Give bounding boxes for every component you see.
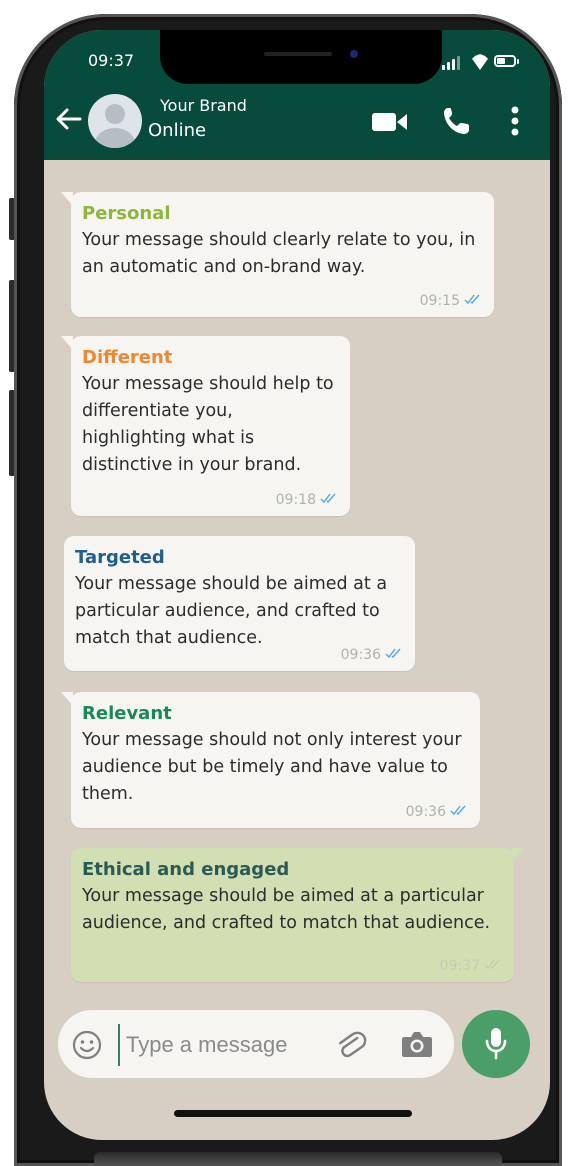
home-indicator[interactable]: [174, 1110, 412, 1117]
message-title: Different: [82, 347, 173, 368]
video-call-icon[interactable]: [372, 110, 408, 138]
message-title: Targeted: [75, 547, 165, 568]
back-arrow-icon[interactable]: [54, 104, 84, 134]
attach-icon[interactable]: [334, 1028, 368, 1066]
message-meta: 09:37: [440, 958, 502, 974]
speaker-grille: [264, 52, 332, 56]
status-icons: [442, 52, 532, 72]
battery-icon: [494, 55, 516, 67]
message-time: 09:36: [405, 804, 446, 820]
message-time: 09:15: [419, 293, 460, 309]
notch: [160, 30, 442, 84]
message-bubble-targeted[interactable]: Targeted Your message should be aimed at…: [64, 536, 415, 671]
double-check-icon: [450, 804, 468, 820]
message-meta: 09:18: [276, 492, 338, 508]
message-title: Relevant: [82, 703, 172, 724]
message-text: Your message should not only interest yo…: [82, 730, 462, 804]
message-text: Your message should be aimed at a partic…: [75, 574, 388, 648]
bubble-tail: [61, 192, 73, 206]
wifi-icon: [472, 54, 488, 70]
contact-name[interactable]: Your Brand: [160, 96, 247, 115]
status-time: 09:37: [88, 51, 135, 70]
bubble-tail: [61, 692, 73, 706]
mic-icon: [485, 1027, 507, 1065]
double-check-icon: [464, 293, 482, 309]
message-title: Ethical and engaged: [82, 859, 290, 880]
emoji-icon[interactable]: [72, 1030, 102, 1064]
presence-status: Online: [148, 120, 207, 141]
message-meta: 09:36: [406, 804, 468, 820]
message-title: Personal: [82, 203, 171, 224]
phone-screen: 09:37 Your Brand Online Personal Your me…: [44, 30, 550, 1140]
camera-icon[interactable]: [400, 1030, 434, 1062]
message-text: Your message should help to differentiat…: [82, 374, 334, 475]
phone-icon[interactable]: [442, 106, 470, 140]
bubble-tail: [61, 336, 73, 350]
double-check-icon: [484, 958, 502, 974]
message-text: Your message should be aimed at a partic…: [82, 886, 491, 933]
message-meta: 09:36: [341, 647, 403, 663]
front-camera: [350, 50, 358, 58]
chat-header: 09:37 Your Brand Online: [44, 30, 550, 160]
bubble-tail: [512, 848, 524, 862]
message-time: 09:36: [340, 647, 381, 663]
double-check-icon: [385, 647, 403, 663]
avatar-head: [105, 104, 125, 124]
message-bubble-different[interactable]: Different Your message should help to di…: [61, 336, 350, 516]
message-text: Your message should clearly relate to yo…: [82, 230, 476, 277]
voice-record-button[interactable]: [462, 1010, 530, 1078]
message-bubble-relevant[interactable]: Relevant Your message should not only in…: [61, 692, 480, 828]
message-time: 09:18: [275, 492, 316, 508]
message-composer: [58, 1010, 454, 1078]
message-input[interactable]: [118, 1024, 318, 1066]
battery-tip: [517, 59, 519, 64]
double-check-icon: [320, 492, 338, 508]
message-meta: 09:15: [420, 293, 482, 309]
more-options-icon[interactable]: [510, 106, 520, 140]
message-time: 09:37: [439, 958, 480, 974]
message-bubble-ethical[interactable]: Ethical and engaged Your message should …: [71, 848, 524, 982]
contact-avatar[interactable]: [88, 94, 142, 148]
phone-frame-bottom: [94, 1152, 502, 1166]
message-bubble-personal[interactable]: Personal Your message should clearly rel…: [61, 192, 494, 317]
avatar-body: [95, 128, 135, 148]
